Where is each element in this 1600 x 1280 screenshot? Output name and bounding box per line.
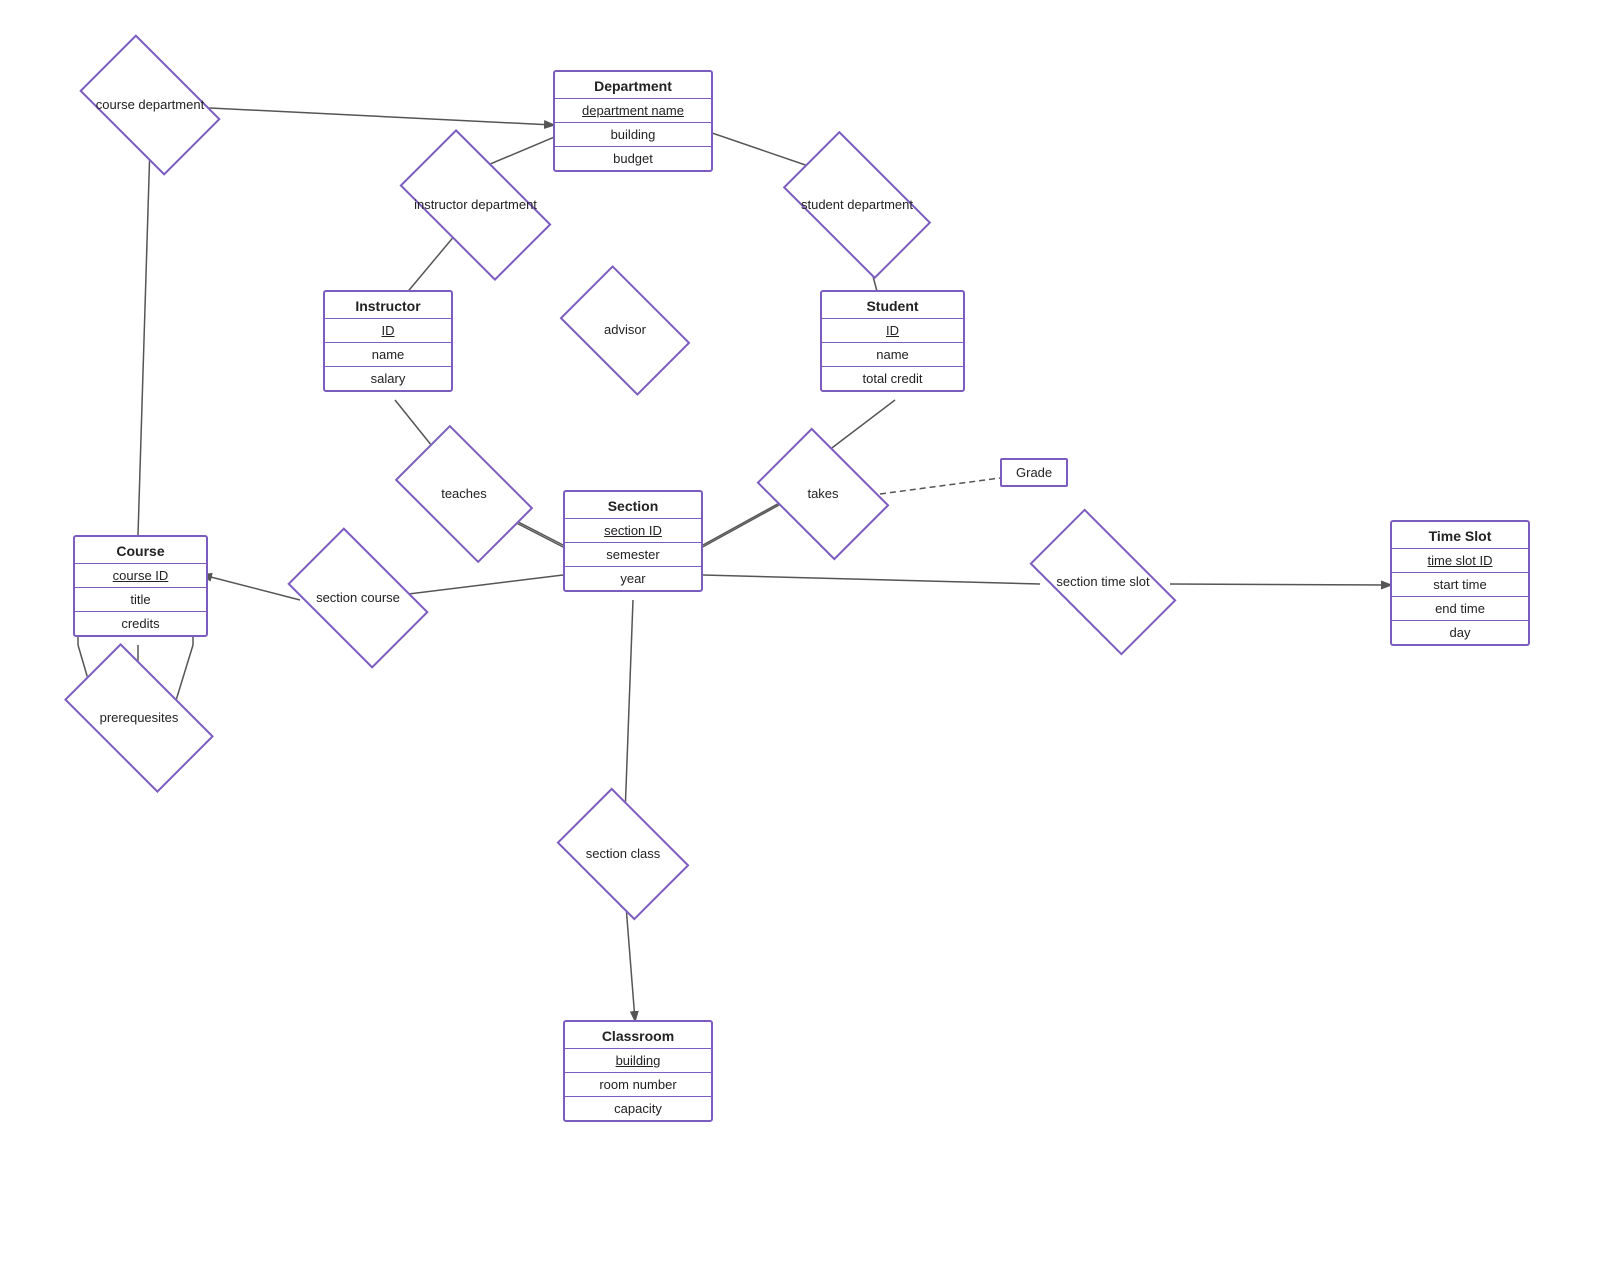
advisor-label: advisor bbox=[604, 322, 646, 339]
instructor-department-label: instructor department bbox=[414, 197, 537, 214]
course-attr-credits: credits bbox=[75, 612, 206, 635]
instructor-title: Instructor bbox=[325, 292, 451, 319]
department-attr-budget: budget bbox=[555, 147, 711, 170]
instructor-attr-id: ID bbox=[325, 319, 451, 343]
section-attr-semester: semester bbox=[565, 543, 701, 567]
prerequesites-diamond: prerequesites bbox=[73, 678, 205, 758]
timeslot-attr-id: time slot ID bbox=[1392, 549, 1528, 573]
course-title: Course bbox=[75, 537, 206, 564]
section-entity: Section section ID semester year bbox=[563, 490, 703, 592]
section-class-label: section class bbox=[586, 846, 660, 863]
student-title: Student bbox=[822, 292, 963, 319]
department-attr-name: department name bbox=[555, 99, 711, 123]
advisor-diamond: advisor bbox=[570, 293, 680, 368]
student-attr-id: ID bbox=[822, 319, 963, 343]
course-department-label: course department bbox=[96, 97, 204, 114]
takes-diamond: takes bbox=[768, 455, 878, 533]
teaches-label: teaches bbox=[441, 486, 487, 503]
grade-label: Grade bbox=[1016, 465, 1052, 480]
instructor-attr-salary: salary bbox=[325, 367, 451, 390]
instructor-attr-name: name bbox=[325, 343, 451, 367]
course-attr-id: course ID bbox=[75, 564, 206, 588]
prerequesites-label: prerequesites bbox=[100, 710, 179, 727]
section-class-diamond: section class bbox=[568, 815, 678, 893]
course-attr-title: title bbox=[75, 588, 206, 612]
timeslot-title: Time Slot bbox=[1392, 522, 1528, 549]
student-attr-name: name bbox=[822, 343, 963, 367]
instructor-department-diamond: instructor department bbox=[408, 165, 543, 245]
student-entity: Student ID name total credit bbox=[820, 290, 965, 392]
classroom-attr-building: building bbox=[565, 1049, 711, 1073]
course-department-diamond: course department bbox=[90, 65, 210, 145]
timeslot-entity: Time Slot time slot ID start time end ti… bbox=[1390, 520, 1530, 646]
classroom-attr-roomnumber: room number bbox=[565, 1073, 711, 1097]
student-attr-totalcredit: total credit bbox=[822, 367, 963, 390]
grade-box: Grade bbox=[1000, 458, 1068, 487]
section-timeslot-diamond: section time slot bbox=[1038, 543, 1168, 621]
section-timeslot-label: section time slot bbox=[1056, 574, 1149, 591]
timeslot-attr-end: end time bbox=[1392, 597, 1528, 621]
classroom-title: Classroom bbox=[565, 1022, 711, 1049]
department-attr-building: building bbox=[555, 123, 711, 147]
student-department-label: student department bbox=[801, 197, 913, 214]
section-attr-id: section ID bbox=[565, 519, 701, 543]
department-title: Department bbox=[555, 72, 711, 99]
section-title: Section bbox=[565, 492, 701, 519]
classroom-attr-capacity: capacity bbox=[565, 1097, 711, 1120]
section-course-diamond: section course bbox=[298, 558, 418, 638]
timeslot-attr-day: day bbox=[1392, 621, 1528, 644]
department-entity: Department department name building budg… bbox=[553, 70, 713, 172]
section-course-label: section course bbox=[316, 590, 400, 607]
section-attr-year: year bbox=[565, 567, 701, 590]
instructor-entity: Instructor ID name salary bbox=[323, 290, 453, 392]
takes-label: takes bbox=[807, 486, 838, 503]
timeslot-attr-start: start time bbox=[1392, 573, 1528, 597]
teaches-diamond: teaches bbox=[405, 455, 523, 533]
classroom-entity: Classroom building room number capacity bbox=[563, 1020, 713, 1122]
student-department-diamond: student department bbox=[792, 165, 922, 245]
course-entity: Course course ID title credits bbox=[73, 535, 208, 637]
